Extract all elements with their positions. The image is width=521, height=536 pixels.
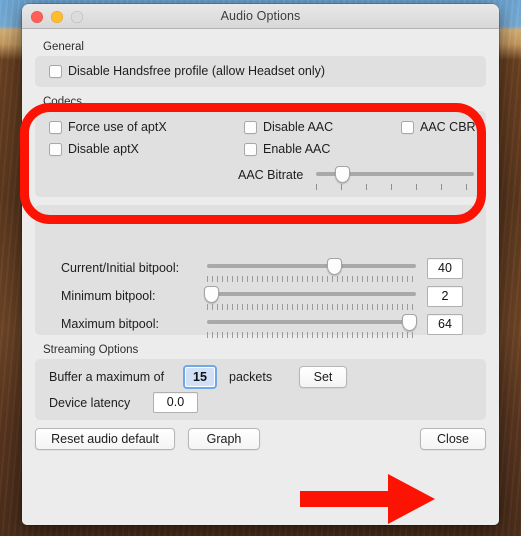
checkbox-disable-handsfree[interactable]: Disable Handsfree profile (allow Headset… — [49, 64, 486, 78]
checkbox-enable-aac[interactable]: Enable AAC — [244, 142, 330, 156]
slider-tickmarks — [207, 276, 416, 283]
maximum-bitpool-slider[interactable] — [207, 314, 418, 339]
zoom-window-icon — [71, 10, 83, 23]
traffic-light-group — [31, 4, 83, 29]
set-button[interactable]: Set — [299, 366, 347, 388]
current-bitpool-slider[interactable] — [207, 258, 416, 283]
device-latency-value[interactable]: 0.0 — [153, 392, 198, 413]
reset-audio-default-button[interactable]: Reset audio default — [35, 428, 175, 450]
minimum-bitpool-value[interactable]: 2 — [427, 286, 463, 307]
buffer-packets-input[interactable]: 15 — [183, 365, 217, 389]
slider-thumb[interactable] — [335, 166, 351, 183]
checkbox-label: Force use of aptX — [68, 120, 167, 134]
slider-tickmarks — [207, 304, 416, 311]
checkbox-disable-aptx[interactable]: Disable aptX — [49, 142, 139, 156]
codecs-section: Codecs Force use of aptX Disable aptX Di… — [35, 96, 486, 197]
footer-button-row: Reset audio default Graph Close — [35, 428, 486, 458]
slider-thumb[interactable] — [203, 286, 219, 303]
checkbox-label: Disable Handsfree profile (allow Headset… — [68, 64, 326, 78]
minimize-window-icon[interactable] — [51, 10, 63, 23]
buffer-prefix-label: Buffer a maximum of — [49, 370, 165, 384]
slider-thumb[interactable] — [326, 258, 342, 275]
streaming-groupbox: Buffer a maximum of 15 packets Set Devic… — [35, 359, 486, 420]
general-section: General Disable Handsfree profile (allow… — [35, 41, 486, 87]
checkbox-label: AAC CBR — [420, 120, 476, 134]
checkbox-label: Disable AAC — [263, 120, 334, 134]
minimum-bitpool-label: Minimum bitpool: — [61, 289, 156, 303]
checkbox-force-aptx[interactable]: Force use of aptX — [49, 120, 167, 134]
checkbox-box-icon[interactable] — [244, 142, 257, 156]
audio-options-window: Audio Options General Disable Handsfree … — [22, 4, 499, 525]
codecs-section-label: Codecs — [43, 96, 82, 108]
window-body: General Disable Handsfree profile (allow… — [22, 29, 499, 525]
slider-tickmarks — [207, 332, 416, 339]
checkbox-box-icon[interactable] — [49, 142, 62, 156]
slider-track — [207, 320, 416, 324]
close-window-icon[interactable] — [31, 10, 43, 23]
checkbox-aac-cbr[interactable]: AAC CBR — [401, 120, 476, 134]
window-title: Audio Options — [220, 9, 301, 23]
current-bitpool-label: Current/Initial bitpool: — [61, 261, 180, 275]
bitpool-section: Current/Initial bitpool: 40 Minimum bitp… — [35, 205, 486, 339]
slider-track — [207, 292, 416, 296]
maximum-bitpool-label: Maximum bitpool: — [61, 317, 159, 331]
maximum-bitpool-value[interactable]: 64 — [427, 314, 463, 335]
checkbox-box-icon[interactable] — [49, 120, 62, 134]
checkbox-disable-aac[interactable]: Disable AAC — [244, 120, 333, 134]
window-titlebar[interactable]: Audio Options — [22, 4, 499, 29]
close-button[interactable]: Close — [420, 428, 486, 450]
streaming-section-label: Streaming Options — [43, 344, 139, 356]
minimum-bitpool-slider[interactable] — [203, 286, 416, 311]
buffer-suffix-label: packets — [229, 370, 273, 384]
checkbox-label: Disable aptX — [68, 142, 139, 156]
buffer-packets-value[interactable]: 15 — [186, 368, 214, 386]
graph-button[interactable]: Graph — [188, 428, 260, 450]
general-groupbox: Disable Handsfree profile (allow Headset… — [35, 56, 486, 87]
codecs-groupbox: Force use of aptX Disable aptX Disable A… — [35, 111, 486, 197]
current-bitpool-value[interactable]: 40 — [427, 258, 463, 279]
checkbox-label: Enable AAC — [263, 142, 331, 156]
slider-thumb[interactable] — [402, 314, 418, 331]
aac-bitrate-label: AAC Bitrate — [238, 168, 304, 182]
streaming-section: Streaming Options Buffer a maximum of 15… — [35, 344, 486, 420]
general-section-label: General — [43, 41, 84, 53]
desktop-background: Audio Options General Disable Handsfree … — [0, 0, 521, 536]
checkbox-box-icon[interactable] — [244, 120, 257, 134]
aac-bitrate-slider[interactable] — [316, 166, 474, 191]
bitpool-groupbox: Current/Initial bitpool: 40 Minimum bitp… — [35, 205, 486, 339]
checkbox-box-icon[interactable] — [401, 120, 414, 134]
checkbox-box-icon[interactable] — [49, 64, 62, 78]
slider-tickmarks — [316, 184, 474, 191]
slider-track — [207, 264, 416, 268]
device-latency-label: Device latency — [49, 396, 131, 410]
